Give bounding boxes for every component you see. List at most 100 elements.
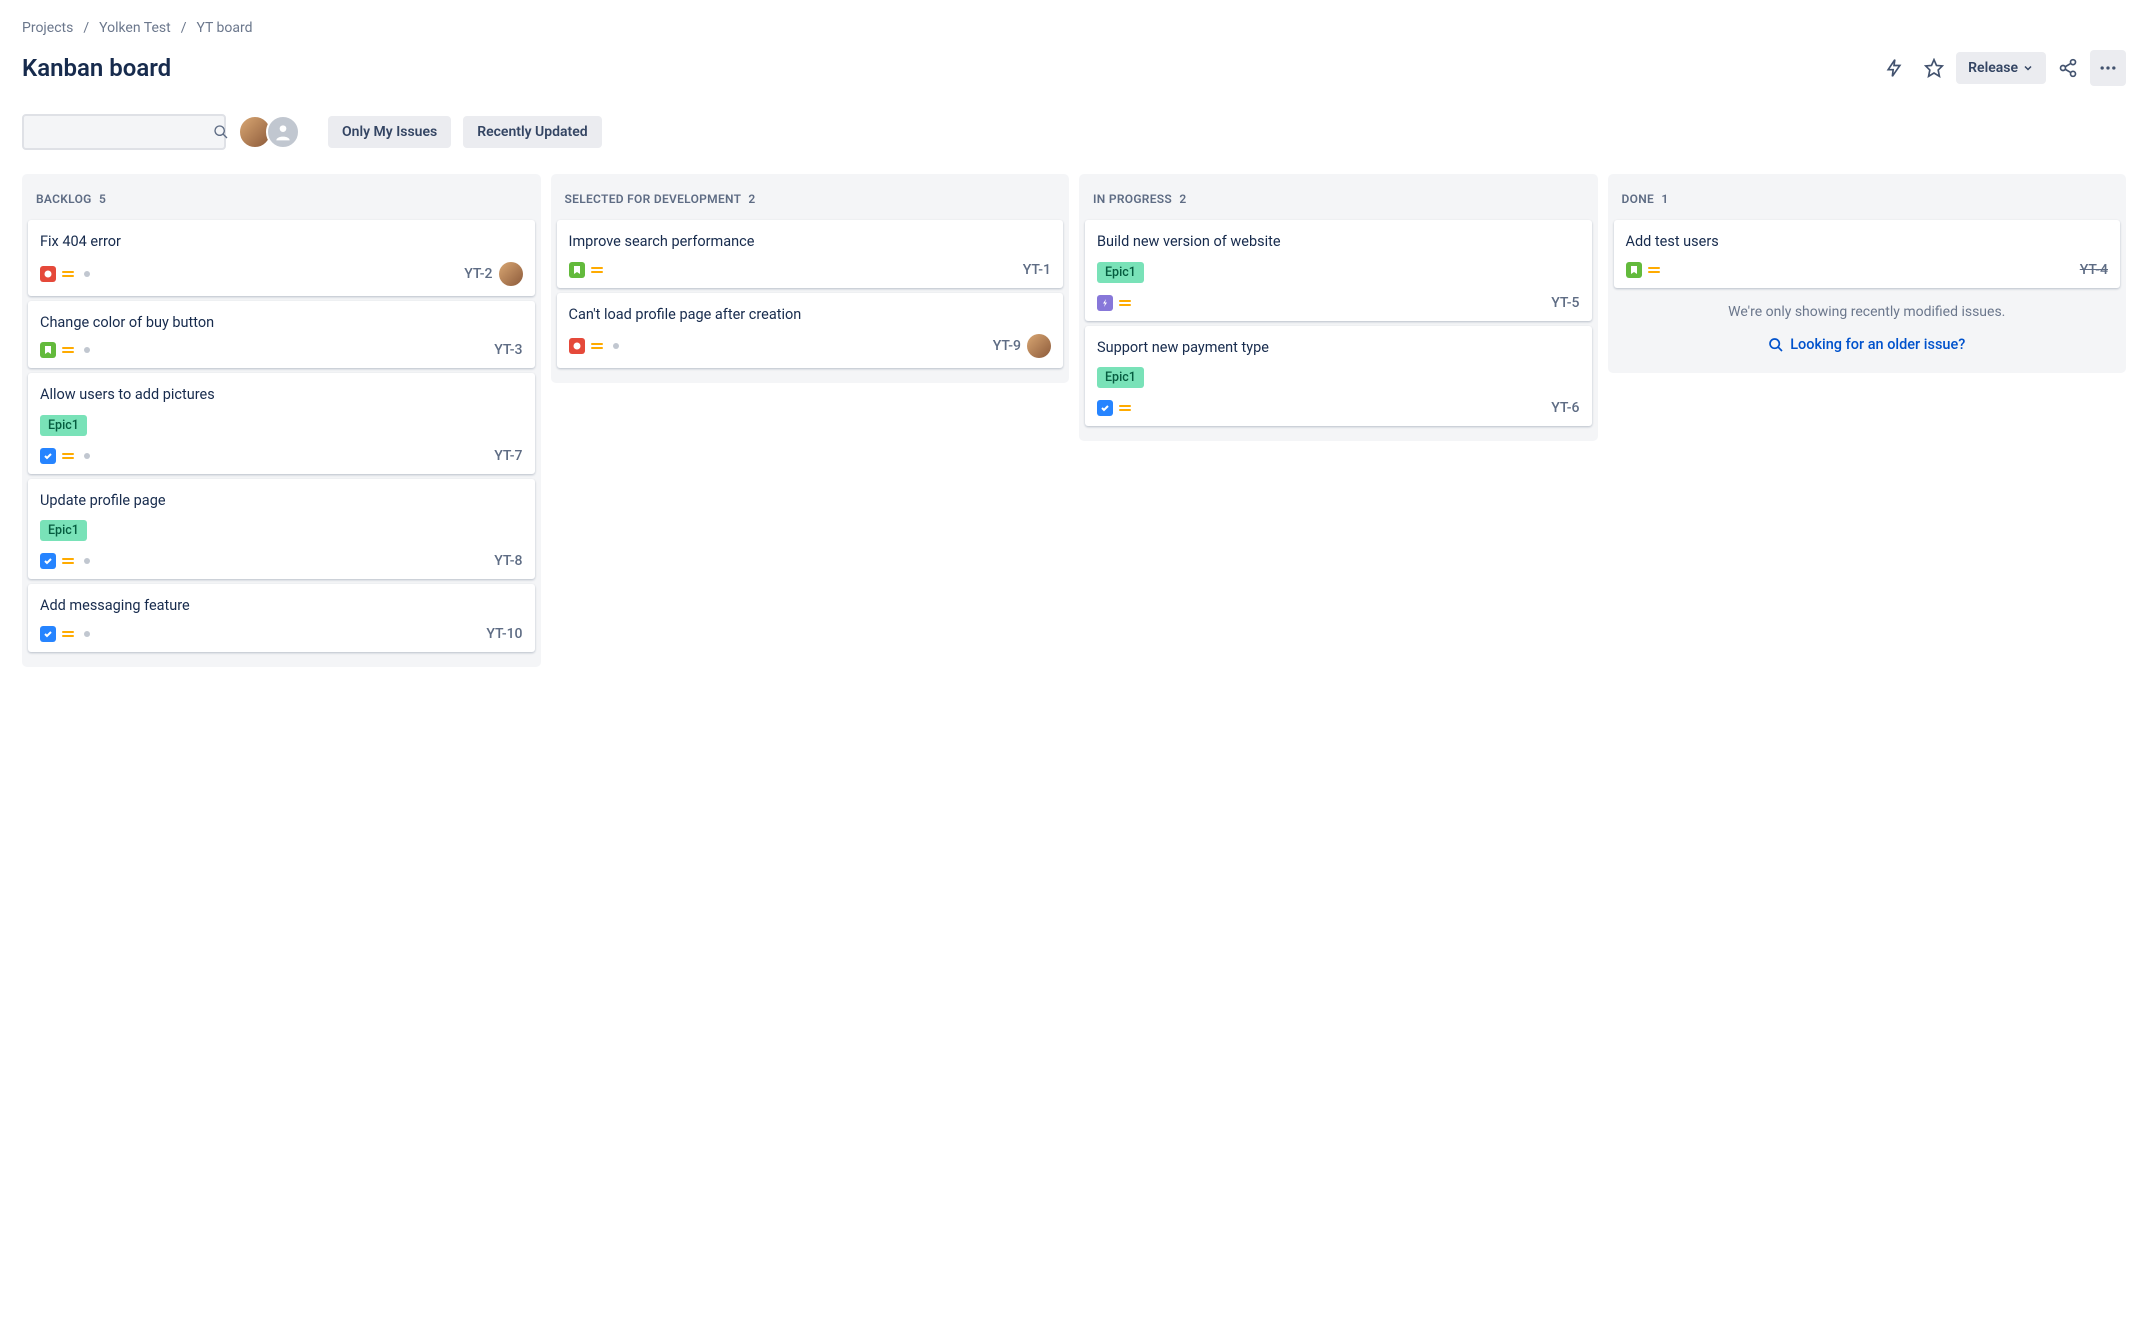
- breadcrumb-projects[interactable]: Projects: [22, 20, 73, 36]
- card[interactable]: Fix 404 error YT-2: [28, 220, 535, 296]
- page-title: Kanban board: [22, 54, 171, 82]
- avatar-unassigned[interactable]: [266, 115, 300, 149]
- bug-icon: [569, 338, 585, 354]
- member-avatars: [238, 115, 300, 149]
- epic-badge[interactable]: Epic1: [1097, 262, 1144, 283]
- flag-dot-icon: [84, 453, 90, 459]
- column-count: 5: [99, 192, 106, 206]
- breadcrumb-project-name[interactable]: Yolken Test: [99, 20, 171, 36]
- card[interactable]: Add test users YT-4: [1614, 220, 2121, 288]
- priority-medium-icon: [591, 338, 607, 354]
- done-note: We're only showing recently modified iss…: [1614, 293, 2121, 327]
- card-title: Allow users to add pictures: [40, 385, 523, 405]
- story-icon: [569, 262, 585, 278]
- search-box[interactable]: [22, 114, 226, 150]
- filter-only-my-issues[interactable]: Only My Issues: [328, 116, 451, 148]
- priority-medium-icon: [62, 266, 78, 282]
- card[interactable]: Allow users to add pictures Epic1 YT-7: [28, 373, 535, 474]
- card[interactable]: Support new payment type Epic1 YT-6: [1085, 326, 1592, 427]
- priority-medium-icon: [62, 448, 78, 464]
- card-key: YT-7: [494, 448, 522, 464]
- column-count: 2: [748, 192, 755, 206]
- breadcrumb-separator: /: [181, 20, 187, 36]
- breadcrumb: Projects / Yolken Test / YT board: [22, 20, 2126, 36]
- card-title: Support new payment type: [1097, 338, 1580, 358]
- card-title: Improve search performance: [569, 232, 1052, 252]
- card-title: Fix 404 error: [40, 232, 523, 252]
- epic-icon: [1097, 295, 1113, 311]
- breadcrumb-separator: /: [83, 20, 89, 36]
- card[interactable]: Update profile page Epic1 YT-8: [28, 479, 535, 580]
- flag-dot-icon: [84, 558, 90, 564]
- card[interactable]: Improve search performance YT-1: [557, 220, 1064, 288]
- story-icon: [1626, 262, 1642, 278]
- task-icon: [40, 626, 56, 642]
- card-key: YT-1: [1023, 262, 1051, 278]
- assignee-avatar[interactable]: [499, 262, 523, 286]
- column-selected-for-development: Selected for Development 2 Improve searc…: [551, 174, 1070, 383]
- flag-dot-icon: [84, 631, 90, 637]
- release-label: Release: [1968, 60, 2018, 76]
- priority-medium-icon: [591, 262, 607, 278]
- share-icon: [2058, 58, 2078, 78]
- card[interactable]: Can't load profile page after creation Y…: [557, 293, 1064, 369]
- card-key: YT-8: [494, 553, 522, 569]
- priority-medium-icon: [62, 626, 78, 642]
- header-actions: Release: [1876, 50, 2126, 86]
- card-title: Update profile page: [40, 491, 523, 511]
- column-name: In Progress: [1093, 192, 1172, 206]
- task-icon: [40, 553, 56, 569]
- card-key: YT-3: [494, 342, 522, 358]
- card-key: YT-5: [1551, 295, 1579, 311]
- card-key: YT-10: [486, 626, 522, 642]
- card-title: Build new version of website: [1097, 232, 1580, 252]
- card-title: Change color of buy button: [40, 313, 523, 333]
- priority-medium-icon: [1119, 400, 1135, 416]
- flag-dot-icon: [84, 347, 90, 353]
- column-name: Selected for Development: [565, 192, 742, 206]
- release-button[interactable]: Release: [1956, 52, 2046, 84]
- filter-recently-updated[interactable]: Recently Updated: [463, 116, 601, 148]
- priority-medium-icon: [62, 342, 78, 358]
- epic-badge[interactable]: Epic1: [1097, 367, 1144, 388]
- automation-button[interactable]: [1876, 50, 1912, 86]
- chevron-down-icon: [2022, 62, 2034, 74]
- epic-badge[interactable]: Epic1: [40, 415, 87, 436]
- card[interactable]: Add messaging feature YT-10: [28, 584, 535, 652]
- card[interactable]: Change color of buy button YT-3: [28, 301, 535, 369]
- column-name: Done: [1622, 192, 1655, 206]
- bolt-icon: [1884, 58, 1904, 78]
- search-input[interactable]: [32, 124, 213, 140]
- story-icon: [40, 342, 56, 358]
- more-button[interactable]: [2090, 50, 2126, 86]
- priority-medium-icon: [1119, 295, 1135, 311]
- flag-dot-icon: [84, 271, 90, 277]
- card-title: Add messaging feature: [40, 596, 523, 616]
- card-title: Add test users: [1626, 232, 2109, 252]
- column-count: 2: [1179, 192, 1186, 206]
- share-button[interactable]: [2050, 50, 2086, 86]
- assignee-avatar[interactable]: [1027, 334, 1051, 358]
- card-key: YT-9: [993, 338, 1021, 354]
- search-icon: [213, 124, 229, 140]
- priority-medium-icon: [62, 553, 78, 569]
- column-backlog: Backlog 5 Fix 404 error YT-2 Change colo…: [22, 174, 541, 667]
- star-icon: [1924, 58, 1944, 78]
- older-issue-link[interactable]: Looking for an older issue?: [1614, 326, 2121, 363]
- task-icon: [1097, 400, 1113, 416]
- more-icon: [2098, 58, 2118, 78]
- flag-dot-icon: [613, 343, 619, 349]
- breadcrumb-board-name[interactable]: YT board: [196, 20, 252, 36]
- column-header: Backlog 5: [28, 182, 535, 220]
- card-key: YT-6: [1551, 400, 1579, 416]
- card-title: Can't load profile page after creation: [569, 305, 1052, 325]
- task-icon: [40, 448, 56, 464]
- column-count: 1: [1661, 192, 1668, 206]
- card-key: YT-2: [464, 266, 492, 282]
- epic-badge[interactable]: Epic1: [40, 520, 87, 541]
- star-button[interactable]: [1916, 50, 1952, 86]
- card-key: YT-4: [2080, 262, 2108, 278]
- column-done: Done 1 Add test users YT-4 We're only sh…: [1608, 174, 2127, 373]
- column-in-progress: In Progress 2 Build new version of websi…: [1079, 174, 1598, 441]
- card[interactable]: Build new version of website Epic1 YT-5: [1085, 220, 1592, 321]
